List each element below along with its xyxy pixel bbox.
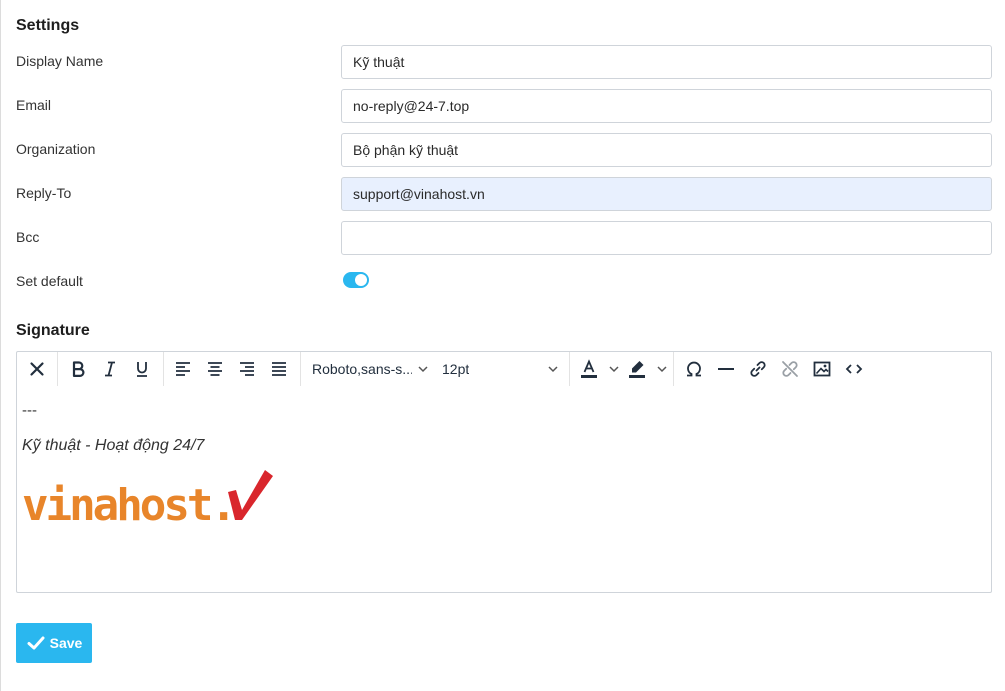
source-code-button[interactable] xyxy=(840,355,868,383)
signature-separator: --- xyxy=(22,402,37,419)
checkmark-icon xyxy=(27,636,45,650)
align-center-icon xyxy=(208,362,222,376)
email-label: Email xyxy=(16,97,52,113)
organization-input[interactable] xyxy=(341,133,992,167)
save-button[interactable]: Save xyxy=(16,623,92,663)
font-family-select[interactable]: Roboto,sans-s... xyxy=(312,355,430,383)
chevron-down-icon xyxy=(418,366,428,373)
display-name-input[interactable] xyxy=(341,45,992,79)
underline-button[interactable] xyxy=(128,355,156,383)
bold-icon xyxy=(72,361,85,377)
chevron-down-icon xyxy=(609,366,619,373)
align-left-icon xyxy=(176,362,190,376)
signature-title: Signature xyxy=(16,322,90,339)
editor-toolbar: Roboto,sans-s... 12pt xyxy=(17,352,991,386)
link-button[interactable] xyxy=(744,355,772,383)
omega-icon xyxy=(687,361,701,377)
font-size-select[interactable]: 12pt xyxy=(442,355,560,383)
signature-editor: Roboto,sans-s... 12pt --- Kỹ thuật - Hoạ… xyxy=(16,351,992,593)
clear-formatting-button[interactable] xyxy=(23,355,51,383)
display-name-label: Display Name xyxy=(16,53,104,69)
underline-icon xyxy=(137,362,147,377)
reply-to-input[interactable] xyxy=(341,177,992,211)
close-icon xyxy=(30,362,44,376)
set-default-label: Set default xyxy=(16,273,83,289)
logo-wordmark: vinahost. xyxy=(22,480,234,526)
toolbar-separator xyxy=(569,352,570,386)
code-icon xyxy=(845,364,863,374)
email-input[interactable] xyxy=(341,89,992,123)
set-default-toggle[interactable] xyxy=(343,272,369,288)
bcc-input[interactable] xyxy=(341,221,992,255)
toggle-knob xyxy=(355,274,367,286)
horizontal-line-icon xyxy=(718,368,734,370)
justify-button[interactable] xyxy=(265,355,293,383)
toolbar-separator xyxy=(57,352,58,386)
align-right-button[interactable] xyxy=(233,355,261,383)
save-button-label: Save xyxy=(49,635,83,651)
toolbar-separator xyxy=(300,352,301,386)
chevron-down-icon xyxy=(657,366,667,373)
align-center-button[interactable] xyxy=(201,355,229,383)
vinahost-logo: vinahost. xyxy=(22,470,273,526)
insert-image-button[interactable] xyxy=(808,355,836,383)
unlink-button[interactable] xyxy=(776,355,804,383)
special-character-button[interactable] xyxy=(680,355,708,383)
italic-button[interactable] xyxy=(96,355,124,383)
font-size-value: 12pt xyxy=(442,361,470,377)
toolbar-separator xyxy=(163,352,164,386)
organization-label: Organization xyxy=(16,141,96,157)
justify-icon xyxy=(272,362,286,376)
toolbar-separator xyxy=(673,352,674,386)
italic-icon xyxy=(105,361,115,377)
link-icon xyxy=(750,361,766,377)
text-color-button[interactable] xyxy=(577,355,623,383)
bold-button[interactable] xyxy=(64,355,92,383)
align-left-button[interactable] xyxy=(169,355,197,383)
highlighter-icon xyxy=(629,361,645,378)
horizontal-line-button[interactable] xyxy=(712,355,740,383)
highlight-color-button[interactable] xyxy=(625,355,671,383)
bcc-label: Bcc xyxy=(16,229,40,245)
unlink-icon xyxy=(782,361,798,377)
signature-line: Kỹ thuật - Hoạt động 24/7 xyxy=(22,437,205,454)
chevron-down-icon xyxy=(548,366,558,373)
reply-to-label: Reply-To xyxy=(16,185,72,201)
align-right-icon xyxy=(240,362,254,376)
text-color-icon xyxy=(581,359,597,378)
page-left-border xyxy=(0,0,1,691)
image-icon xyxy=(813,361,831,377)
logo-check-mark xyxy=(228,470,273,520)
settings-title: Settings xyxy=(16,17,80,34)
font-family-value: Roboto,sans-s... xyxy=(312,361,412,377)
